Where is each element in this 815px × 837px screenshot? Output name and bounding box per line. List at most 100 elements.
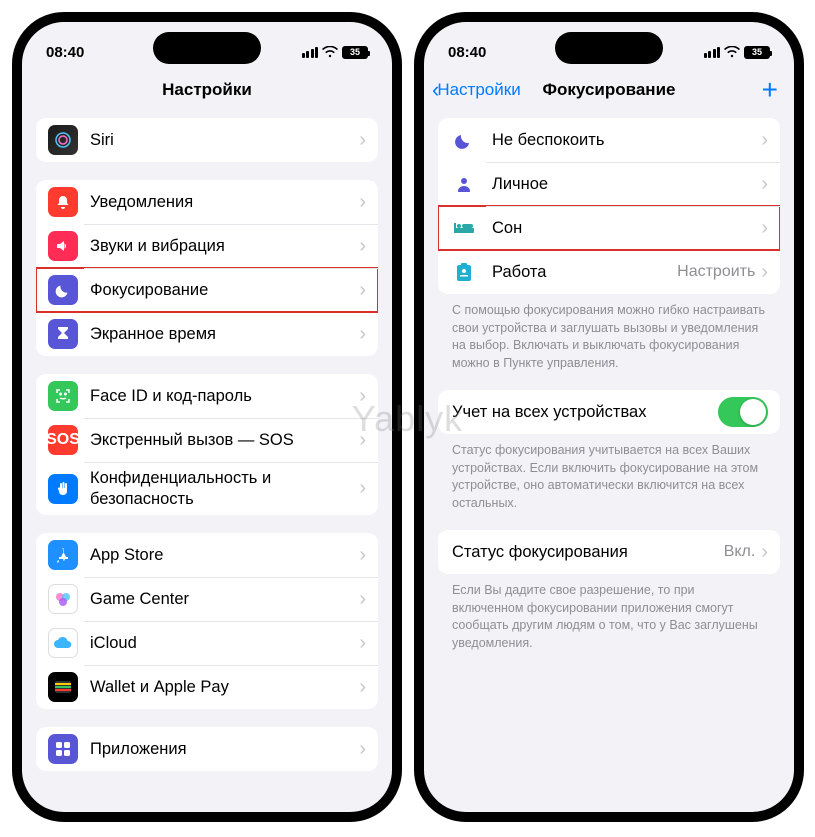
toggle-switch[interactable] bbox=[718, 397, 768, 427]
row-focus-status[interactable]: Статус фокусирования Вкл. › bbox=[438, 530, 780, 574]
chevron-right-icon: › bbox=[761, 261, 768, 284]
chevron-right-icon: › bbox=[359, 676, 366, 699]
status-time: 08:40 bbox=[46, 44, 84, 61]
nav-bar: Настройки bbox=[22, 70, 392, 110]
share-description: Статус фокусирования учитывается на всех… bbox=[438, 434, 780, 512]
icloud-icon bbox=[48, 628, 78, 658]
chevron-right-icon: › bbox=[359, 235, 366, 258]
row-label: Приложения bbox=[90, 739, 359, 760]
row-apps[interactable]: Приложения › bbox=[36, 727, 378, 771]
chevron-right-icon: › bbox=[359, 544, 366, 567]
status-group: Статус фокусирования Вкл. › bbox=[438, 530, 780, 574]
chevron-right-icon: › bbox=[761, 541, 768, 564]
row-do-not-disturb[interactable]: Не беспокоить › bbox=[438, 118, 780, 162]
moon-icon bbox=[48, 275, 78, 305]
chevron-right-icon: › bbox=[359, 632, 366, 655]
settings-group: Приложения › bbox=[36, 727, 378, 771]
chevron-right-icon: › bbox=[359, 477, 366, 500]
page-title: Настройки bbox=[162, 80, 252, 100]
back-button[interactable]: ‹ Настройки bbox=[432, 77, 521, 103]
row-gamecenter[interactable]: Game Center › bbox=[36, 577, 378, 621]
hand-icon bbox=[48, 474, 78, 504]
settings-group: Уведомления › Звуки и вибрация › Фокусир… bbox=[36, 180, 378, 356]
row-label: Личное bbox=[492, 174, 761, 195]
status-description: Если Вы дадите свое разрешение, то при в… bbox=[438, 574, 780, 652]
row-personal[interactable]: Личное › bbox=[438, 162, 780, 206]
row-sos[interactable]: SOS Экстренный вызов — SOS › bbox=[36, 418, 378, 462]
appstore-icon bbox=[48, 540, 78, 570]
chevron-right-icon: › bbox=[359, 588, 366, 611]
siri-icon bbox=[48, 125, 78, 155]
row-sounds[interactable]: Звуки и вибрация › bbox=[36, 224, 378, 268]
settings-group: Face ID и код-пароль › SOS Экстренный вы… bbox=[36, 374, 378, 515]
row-label: Экстренный вызов — SOS bbox=[90, 430, 359, 451]
row-work[interactable]: Работа Настроить › bbox=[438, 250, 780, 294]
focus-modes-group: Не беспокоить › Личное › Сон › bbox=[438, 118, 780, 294]
chevron-right-icon: › bbox=[359, 191, 366, 214]
row-faceid[interactable]: Face ID и код-пароль › bbox=[36, 374, 378, 418]
chevron-right-icon: › bbox=[359, 429, 366, 452]
settings-list[interactable]: Siri › Уведомления › Звуки и вибрация › bbox=[22, 110, 392, 812]
row-label: Уведомления bbox=[90, 192, 359, 213]
row-focus[interactable]: Фокусирование › bbox=[36, 268, 378, 312]
person-icon bbox=[450, 170, 478, 198]
row-wallet[interactable]: Wallet и Apple Pay › bbox=[36, 665, 378, 709]
row-label: Сон bbox=[492, 218, 761, 239]
hourglass-icon bbox=[48, 319, 78, 349]
row-notifications[interactable]: Уведомления › bbox=[36, 180, 378, 224]
chevron-right-icon: › bbox=[359, 738, 366, 761]
row-appstore[interactable]: App Store › bbox=[36, 533, 378, 577]
gamecenter-icon bbox=[48, 584, 78, 614]
settings-group: Siri › bbox=[36, 118, 378, 162]
battery-icon: 35 bbox=[744, 46, 770, 59]
chevron-right-icon: › bbox=[761, 173, 768, 196]
row-privacy[interactable]: Конфиденциальность и безопасность › bbox=[36, 462, 378, 515]
back-label: Настройки bbox=[437, 80, 520, 100]
row-screentime[interactable]: Экранное время › bbox=[36, 312, 378, 356]
moon-icon bbox=[450, 126, 478, 154]
badge-icon bbox=[450, 258, 478, 286]
row-label: Конфиденциальность и безопасность bbox=[90, 468, 359, 509]
add-button[interactable]: + bbox=[762, 74, 778, 106]
nav-bar: ‹ Настройки Фокусирование + bbox=[424, 70, 794, 110]
row-label: Wallet и Apple Pay bbox=[90, 677, 359, 698]
row-label: Звуки и вибрация bbox=[90, 236, 359, 257]
page-title: Фокусирование bbox=[543, 80, 676, 100]
row-sleep[interactable]: Сон › bbox=[438, 206, 780, 250]
wifi-icon bbox=[322, 46, 338, 58]
row-icloud[interactable]: iCloud › bbox=[36, 621, 378, 665]
status-time: 08:40 bbox=[448, 44, 486, 61]
row-label: Работа bbox=[492, 262, 677, 283]
focus-list[interactable]: Не беспокоить › Личное › Сон › bbox=[424, 110, 794, 812]
row-label: Экранное время bbox=[90, 324, 359, 345]
faceid-icon bbox=[48, 381, 78, 411]
chevron-right-icon: › bbox=[761, 217, 768, 240]
row-label: Siri bbox=[90, 130, 359, 151]
chevron-right-icon: › bbox=[359, 385, 366, 408]
phone-right: 08:40 35 ‹ Настройки Фокусирование + Не … bbox=[414, 12, 804, 822]
phone-left: 08:40 35 Настройки Siri › bbox=[12, 12, 402, 822]
chevron-right-icon: › bbox=[761, 129, 768, 152]
chevron-right-icon: › bbox=[359, 323, 366, 346]
dynamic-island bbox=[153, 32, 261, 64]
row-siri[interactable]: Siri › bbox=[36, 118, 378, 162]
wifi-icon bbox=[724, 46, 740, 58]
battery-icon: 35 bbox=[342, 46, 368, 59]
settings-group: App Store › Game Center › iCloud › bbox=[36, 533, 378, 709]
wallet-icon bbox=[48, 672, 78, 702]
speaker-icon bbox=[48, 231, 78, 261]
chevron-right-icon: › bbox=[359, 279, 366, 302]
bell-icon bbox=[48, 187, 78, 217]
row-label: Не беспокоить bbox=[492, 130, 761, 151]
sos-icon: SOS bbox=[48, 425, 78, 455]
row-share-across-devices[interactable]: Учет на всех устройствах bbox=[438, 390, 780, 434]
bed-icon bbox=[450, 214, 478, 242]
share-group: Учет на всех устройствах bbox=[438, 390, 780, 434]
row-label: Фокусирование bbox=[90, 280, 359, 301]
chevron-right-icon: › bbox=[359, 129, 366, 152]
focus-description: С помощью фокусирования можно гибко наст… bbox=[438, 294, 780, 372]
row-label: Game Center bbox=[90, 589, 359, 610]
cellular-icon bbox=[302, 47, 319, 58]
cellular-icon bbox=[704, 47, 721, 58]
row-label: Статус фокусирования bbox=[452, 542, 724, 563]
